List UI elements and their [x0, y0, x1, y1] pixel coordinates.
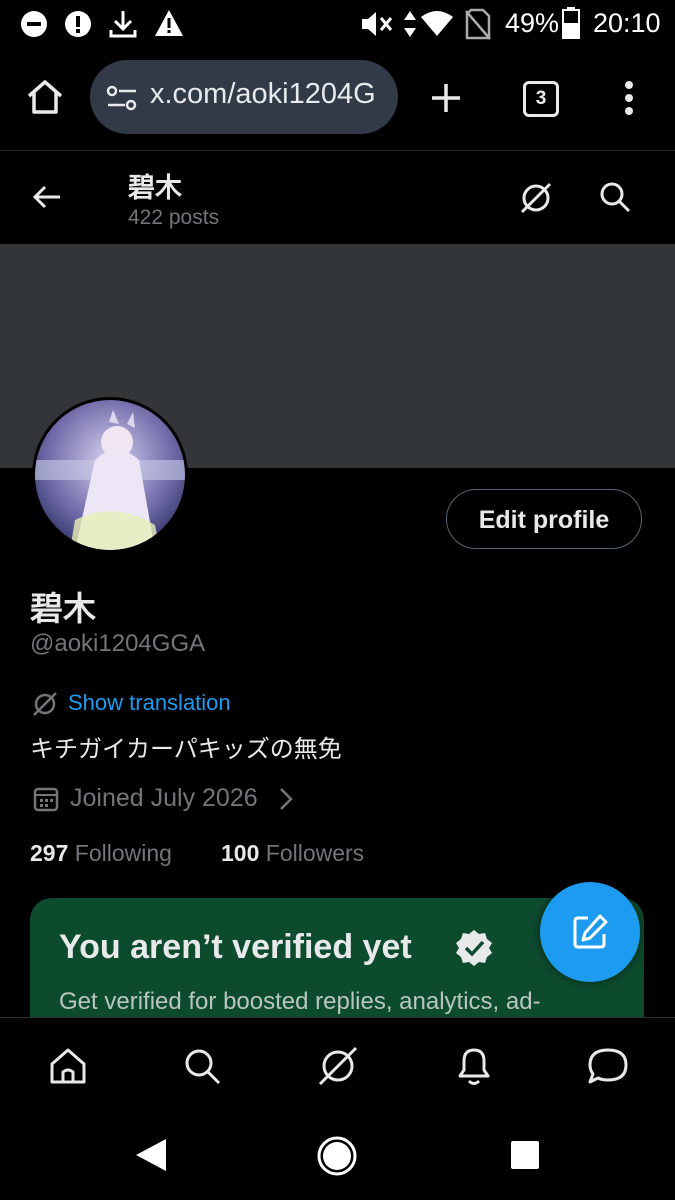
battery-percent: 49%	[505, 8, 560, 38]
alert-circle-icon	[65, 11, 91, 37]
avatar[interactable]	[32, 397, 188, 553]
home-nav-icon[interactable]	[316, 1135, 358, 1177]
calendar-icon	[33, 787, 59, 812]
do-not-disturb-icon	[21, 11, 47, 37]
followers-count: 100	[221, 840, 260, 866]
compose-icon	[573, 914, 608, 949]
verify-body: Get verified for boosted replies, analyt…	[59, 988, 541, 1015]
bottom-navigation	[0, 1017, 675, 1118]
menu-dots-icon[interactable]	[622, 80, 636, 116]
followers-label: Followers	[265, 840, 365, 866]
wifi-icon	[421, 11, 453, 36]
grok-tab-icon[interactable]	[316, 1044, 360, 1088]
tab-switcher-button[interactable]: 3	[523, 81, 559, 117]
home-icon[interactable]	[26, 79, 64, 115]
address-bar[interactable]: x.com/aoki1204G	[90, 60, 398, 134]
explore-tab-icon[interactable]	[182, 1046, 222, 1086]
handle: @aoki1204GGA	[30, 630, 206, 657]
clock: 20:10	[593, 8, 661, 38]
back-arrow-icon[interactable]	[32, 184, 62, 210]
joined-date[interactable]: Joined July 2026	[70, 784, 258, 813]
url-text[interactable]: x.com/aoki1204G	[150, 78, 376, 111]
notifications-tab-icon[interactable]	[454, 1044, 494, 1088]
following-link[interactable]: 297 Following	[30, 840, 172, 867]
display-name: 碧木	[30, 590, 96, 627]
recents-nav-icon[interactable]	[510, 1140, 540, 1170]
verify-title: You aren’t verified yet	[59, 928, 412, 966]
verified-badge-icon	[456, 930, 492, 966]
no-sim-icon	[465, 8, 491, 40]
messages-tab-icon[interactable]	[586, 1046, 630, 1086]
posts-count: 422 posts	[128, 206, 220, 229]
following-count: 297	[30, 840, 69, 866]
system-navigation-bar	[0, 1117, 675, 1200]
bio: キチガイカーパキッズの無免	[30, 736, 342, 763]
search-icon[interactable]	[598, 180, 632, 214]
mute-icon	[362, 12, 393, 36]
warning-icon	[155, 10, 183, 36]
show-translation-link[interactable]: Show translation	[68, 690, 231, 716]
home-tab-icon[interactable]	[48, 1046, 88, 1086]
site-settings-icon[interactable]	[106, 84, 138, 112]
following-label: Following	[74, 840, 172, 866]
chevron-right-icon[interactable]	[278, 786, 294, 812]
header-name: 碧木	[128, 173, 182, 203]
followers-link[interactable]: 100 Followers	[221, 840, 364, 867]
back-nav-icon[interactable]	[132, 1137, 168, 1173]
download-icon	[109, 11, 137, 38]
edit-profile-button[interactable]: Edit profile	[446, 489, 642, 549]
grok-icon[interactable]	[518, 180, 554, 216]
compose-post-button[interactable]	[540, 882, 640, 982]
avatar-image	[35, 400, 185, 550]
status-bar: 49% 20:10	[0, 0, 675, 50]
battery-icon	[562, 7, 580, 39]
new-tab-icon[interactable]	[430, 82, 462, 114]
translate-icon	[33, 692, 57, 716]
data-arrows-icon	[404, 11, 416, 37]
